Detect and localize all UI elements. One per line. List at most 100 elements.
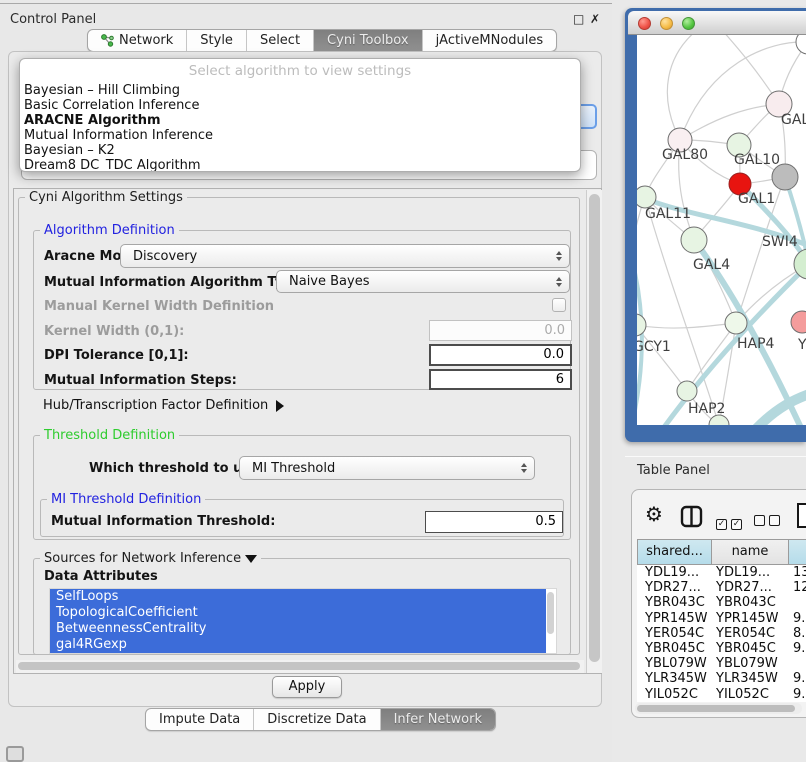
column-header-shared-name[interactable]: shared... (638, 540, 712, 564)
dpi-tolerance-field-wrap: 0.0 (429, 344, 572, 366)
list-item[interactable]: SelfLoops (50, 589, 546, 605)
algorithm-definition-title: Algorithm Definition (40, 223, 179, 238)
algorithm-dropdown-popup: Select algorithm to view settings Bayesi… (19, 58, 581, 172)
popup-placeholder: Select algorithm to view settings (20, 59, 580, 83)
mi-type-value: Naive Bayes (289, 274, 369, 289)
settings-gear-icon[interactable]: ⚙ (645, 504, 663, 524)
aracne-mode-combobox[interactable]: Discovery (120, 244, 570, 268)
select-all-checkboxes-icon[interactable]: ✓✓ (716, 511, 746, 530)
popup-item-mutual-information[interactable]: Mutual Information Inference (20, 128, 580, 143)
label-gal4: GAL4 (693, 257, 730, 273)
mi-threshold-field[interactable]: 0.5 (425, 511, 563, 533)
list-item[interactable]: BetweennessCentrality (50, 621, 546, 637)
expander-expanded-icon (245, 555, 257, 563)
label-gal1: GAL1 (738, 191, 775, 207)
tab-impute-data[interactable]: Impute Data (146, 709, 254, 730)
dpi-tolerance-field[interactable]: 0.0 (429, 344, 572, 366)
label-swi4: SWI4 (762, 234, 798, 250)
algorithm-definition-group: Algorithm Definition Aracne Mode: Discov… (33, 230, 571, 390)
label-gal11: GAL11 (645, 206, 691, 222)
node-pink[interactable] (791, 311, 806, 333)
mi-steps-label: Mutual Information Steps: (44, 373, 237, 388)
node-hap4[interactable] (725, 312, 747, 334)
table-row[interactable]: YIL052CYIL052C9. (637, 687, 806, 702)
tab-select[interactable]: Select (247, 30, 314, 51)
table-row[interactable]: YLR345WYLR345W9. (637, 671, 806, 686)
manual-kernel-checkbox[interactable] (552, 298, 566, 312)
hub-factor-label: Hub/Transcription Factor Definition (43, 398, 268, 413)
hub-factor-expander[interactable]: Hub/Transcription Factor Definition (43, 398, 284, 413)
manual-kernel-label: Manual Kernel Width Definition (44, 299, 274, 314)
column-header-name[interactable]: name (712, 540, 789, 564)
table-header-row: shared... name (637, 539, 806, 565)
popup-item-bayesian-hill-climbing[interactable]: Bayesian – Hill Climbing (20, 83, 580, 98)
new-table-icon[interactable] (796, 502, 806, 529)
mi-threshold-group: MI Threshold Definition Mutual Informati… (40, 499, 564, 537)
combo-arrows-icon (556, 277, 562, 287)
tab-style[interactable]: Style (187, 30, 247, 51)
close-panel-icon[interactable]: ✗ (590, 12, 600, 26)
tab-infer-network[interactable]: Infer Network (381, 709, 495, 730)
node-gal11[interactable] (637, 186, 656, 208)
table-horizontal-scrollbar[interactable] (635, 703, 802, 714)
tab-style-label: Style (200, 30, 233, 51)
zoom-window-icon[interactable] (682, 17, 695, 30)
aracne-mode-value: Discovery (133, 249, 197, 264)
node-hap2[interactable] (677, 381, 697, 401)
bottom-tabbar: Impute Data Discretize Data Infer Networ… (145, 708, 496, 731)
network-window-titlebar[interactable] (628, 11, 806, 35)
minimize-window-icon[interactable] (660, 17, 673, 30)
node-gcy1[interactable] (637, 314, 646, 336)
popup-item-basic-correlation[interactable]: Basic Correlation Inference (20, 98, 580, 113)
table-row[interactable]: YBL079WYBL079W (637, 656, 806, 671)
close-window-icon[interactable] (638, 17, 651, 30)
dpi-tolerance-label: DPI Tolerance [0,1]: (44, 348, 189, 363)
kernel-width-field[interactable]: 0.0 (429, 320, 572, 341)
threshold-definition-group: Threshold Definition Which threshold to … (33, 435, 571, 540)
mi-type-combobox[interactable]: Naive Bayes (276, 270, 570, 293)
table-row[interactable]: YER054CYER054C8. (637, 626, 806, 641)
kernel-width-field-wrap: 0.0 (429, 320, 572, 341)
table-row[interactable]: YDR27...YDR27...12 (637, 580, 806, 595)
list-item[interactable]: TopologicalCoefficient (50, 605, 546, 621)
split-view-icon[interactable] (680, 505, 703, 528)
table-row[interactable]: YDL19...YDL19...13 (637, 565, 806, 580)
deselect-all-checkboxes-icon[interactable] (754, 511, 784, 530)
tab-network[interactable]: Network (88, 30, 187, 51)
tab-jactivemnodules[interactable]: jActiveMNodules (423, 30, 557, 51)
network-view-window: GAL GAL80 GAL10 GAL1 GAL11 GAL4 SWI4 GCY… (625, 8, 806, 442)
label-hap2: HAP2 (688, 401, 725, 417)
table-row[interactable]: YPR145WYPR145W9. (637, 611, 806, 626)
data-attributes-list[interactable]: SelfLoops TopologicalCoefficient Between… (49, 588, 557, 654)
apply-button[interactable]: Apply (272, 676, 342, 698)
node-unlabeled[interactable] (796, 35, 806, 54)
label-y-cut: Y (797, 337, 806, 353)
label-gal80: GAL80 (662, 147, 708, 163)
tab-discretize-data[interactable]: Discretize Data (254, 709, 380, 730)
table-row[interactable]: YBR043CYBR043C (637, 595, 806, 610)
table-row[interactable]: YBR045CYBR045C9. (637, 641, 806, 656)
list-item[interactable]: gal4RGexp (50, 637, 546, 653)
mi-steps-field[interactable]: 6 (429, 369, 572, 390)
tab-cyni-toolbox[interactable]: Cyni Toolbox (314, 30, 423, 51)
tab-cyni-toolbox-label: Cyni Toolbox (327, 30, 409, 51)
sources-title-text: Sources for Network Inference (44, 551, 241, 566)
network-canvas[interactable]: GAL GAL80 GAL10 GAL1 GAL11 GAL4 SWI4 GCY… (637, 35, 806, 425)
settings-scrollpane: Cyni Algorithm Settings Algorithm Defini… (13, 188, 602, 674)
tab-impute-data-label: Impute Data (159, 709, 240, 730)
control-panel-title: Control Panel (10, 12, 96, 27)
popup-item-dream8[interactable]: Dream8 DC_TDC Algorithm (20, 158, 580, 172)
node-gal4[interactable] (681, 227, 707, 253)
table-panel: ⚙ ✓✓ shared... name YDL19...YDL19...13 Y… (631, 489, 806, 718)
mini-window-icon[interactable] (6, 746, 24, 762)
vertical-scrollbar[interactable] (586, 190, 602, 673)
sources-group-title[interactable]: Sources for Network Inference (40, 551, 261, 566)
float-panel-icon[interactable]: □ (573, 12, 584, 26)
column-header-cut[interactable] (789, 540, 806, 564)
popup-item-aracne[interactable]: ARACNE Algorithm (20, 113, 580, 128)
popup-item-bayesian-k2[interactable]: Bayesian – K2 (20, 143, 580, 158)
list-scrollbar[interactable] (546, 590, 555, 652)
expander-collapsed-icon (276, 400, 284, 412)
horizontal-scrollbar[interactable] (16, 660, 584, 673)
which-threshold-combobox[interactable]: MI Threshold (239, 456, 535, 480)
